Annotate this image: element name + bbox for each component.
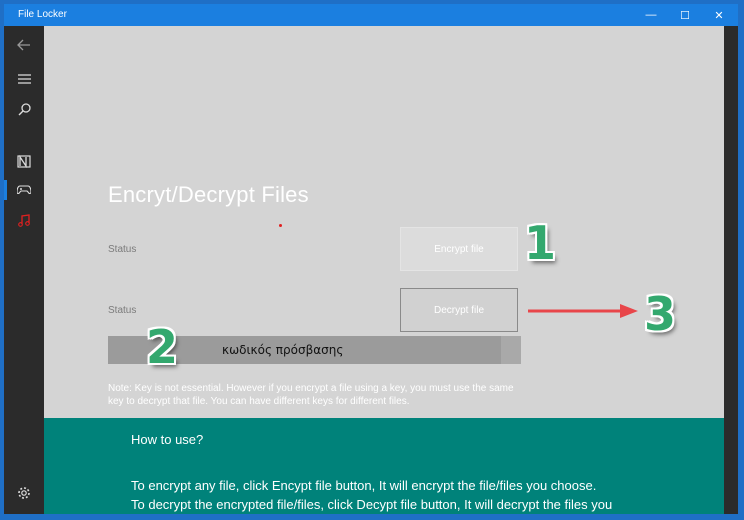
how-to-line-1: To encrypt any file, click Encypt file b… (131, 478, 597, 493)
decrypt-file-label: Decrypt file (433, 304, 484, 316)
search-icon[interactable] (12, 98, 36, 120)
right-edge-strip (724, 26, 738, 514)
red-arrow-annotation (528, 304, 638, 318)
main-content: Encryt/Decrypt Files Status Encrypt file… (44, 26, 724, 514)
notebook-icon[interactable] (12, 150, 36, 172)
annotation-number-1: 1 (524, 216, 557, 270)
decrypt-file-button[interactable]: Decrypt file (400, 288, 518, 332)
how-to-line-2: To decrypt the encrypted file/files, cli… (131, 497, 613, 512)
nav-sidebar (4, 26, 44, 514)
decrypt-status-label: Status (108, 305, 137, 316)
key-field-scroll-end (501, 336, 521, 364)
window-title: File Locker (18, 9, 67, 20)
encrypt-status-label: Status (108, 244, 137, 255)
app-window: File Locker — ☐ ✕ Encryt/Decrypt Files S… (4, 4, 738, 514)
page-title: Encryt/Decrypt Files (108, 182, 309, 207)
annotation-number-2: 2 (146, 320, 179, 374)
key-note-text: Note: Key is not essential. However if y… (108, 383, 514, 407)
title-bar: File Locker — ☐ ✕ (4, 4, 738, 26)
annotation-number-3: 3 (644, 287, 677, 341)
gamepad-icon[interactable] (12, 179, 36, 201)
minimize-button[interactable]: — (634, 4, 668, 26)
gear-icon[interactable] (12, 482, 36, 504)
close-button[interactable]: ✕ (702, 4, 736, 26)
red-dot-mark (279, 224, 282, 227)
how-to-use-heading: How to use? (131, 432, 204, 447)
close-icon: ✕ (714, 9, 724, 22)
minimize-icon: — (645, 9, 657, 21)
maximize-icon: ☐ (680, 9, 690, 22)
music-note-icon[interactable] (12, 209, 36, 231)
active-indicator (4, 180, 7, 200)
encrypt-file-button[interactable]: Encrypt file (400, 227, 518, 271)
hamburger-menu-icon[interactable] (12, 68, 36, 90)
maximize-button[interactable]: ☐ (668, 4, 702, 26)
back-arrow-icon[interactable] (12, 34, 36, 56)
encrypt-file-label: Encrypt file (434, 243, 484, 255)
how-to-use-body: To encrypt any file, click Encypt file b… (131, 476, 721, 514)
how-to-use-panel: How to use? To encrypt any file, click E… (44, 418, 724, 514)
